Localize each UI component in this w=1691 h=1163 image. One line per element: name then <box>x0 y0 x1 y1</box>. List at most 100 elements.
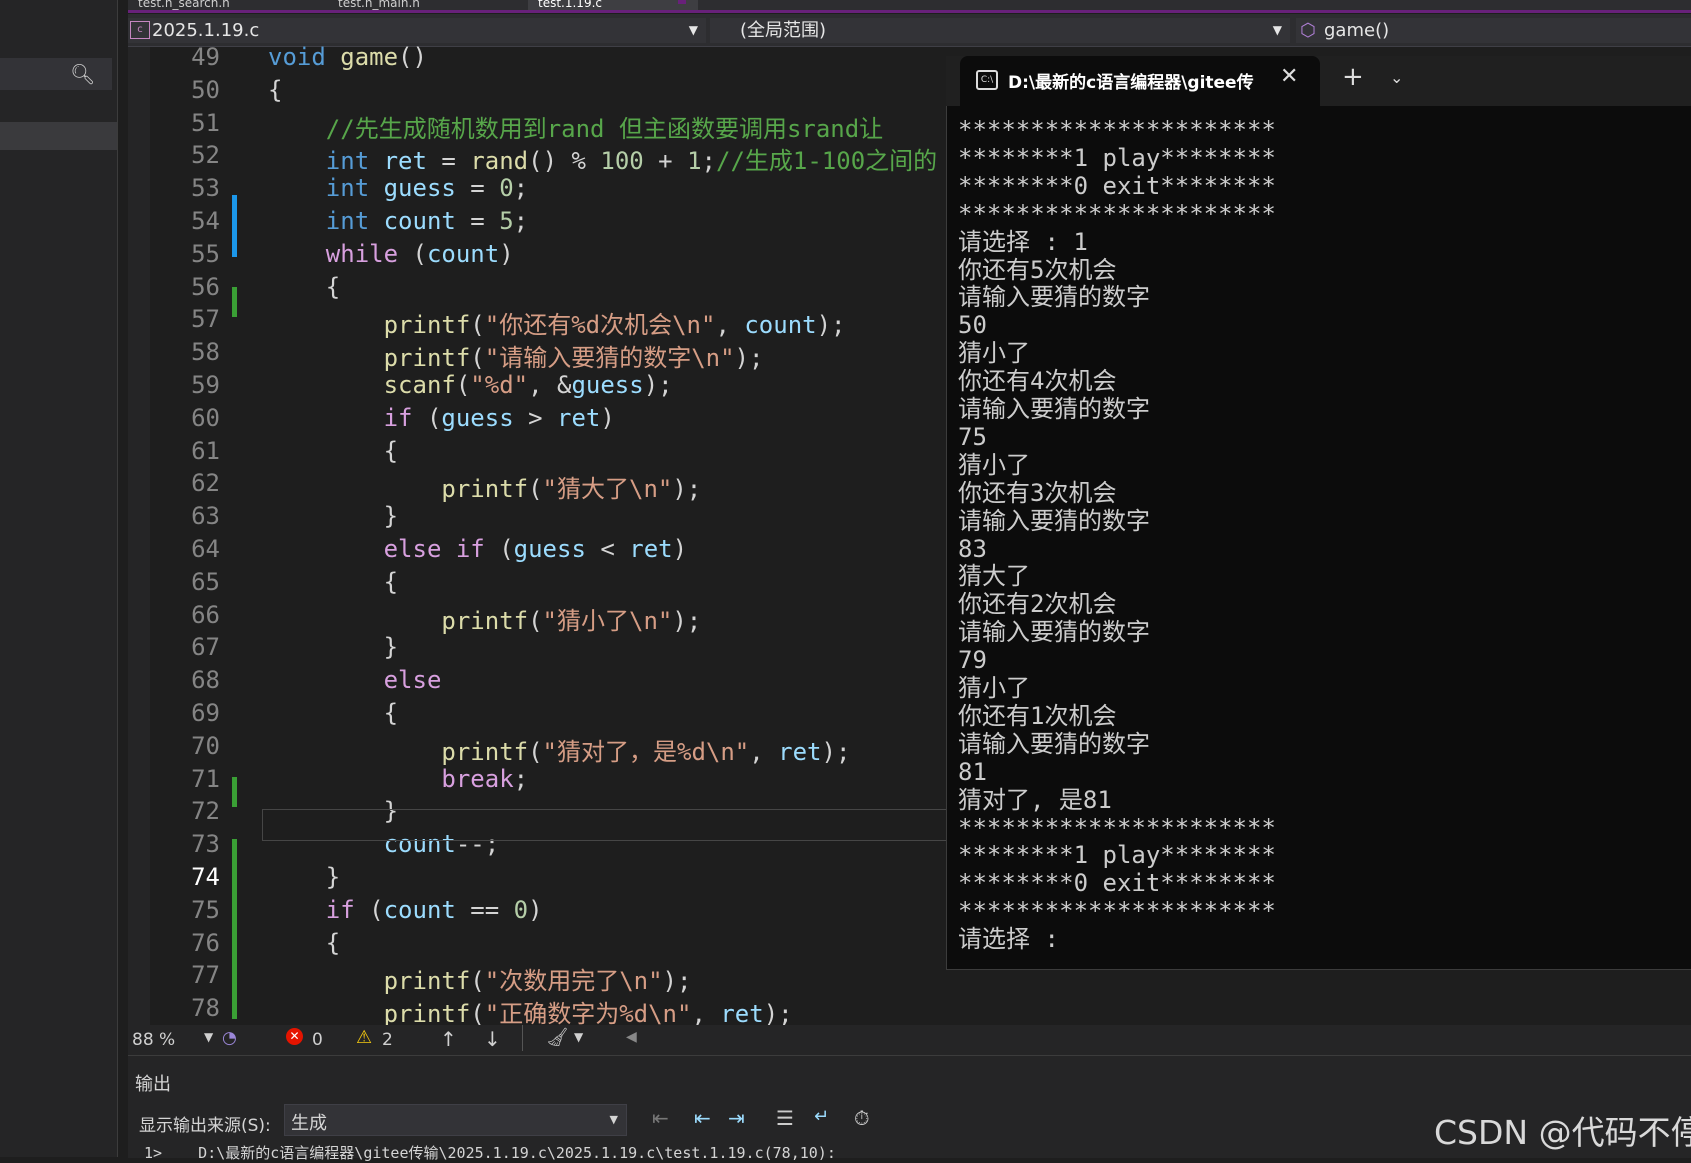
code-line[interactable]: printf("猜大了\n"); <box>268 469 701 504</box>
console-line: 请输入要猜的数字 <box>958 395 1150 423</box>
find-message-icon[interactable]: ⇤ <box>652 1106 669 1130</box>
code-line[interactable]: printf("正确数字为%d\n", ret); <box>268 994 793 1029</box>
chevron-down-icon[interactable]: ▼ <box>574 1030 583 1044</box>
chevron-down-icon[interactable]: ▼ <box>689 18 698 43</box>
c-file-icon: c <box>130 21 150 39</box>
code-line[interactable]: { <box>268 76 282 104</box>
console-line: ********************** <box>958 813 1276 842</box>
line-number: 50 <box>191 75 220 104</box>
console-line: 请输入要猜的数字 <box>958 283 1150 312</box>
search-box[interactable]: 🔍︎ <box>0 58 112 90</box>
copilot-icon[interactable]: ◔ <box>222 1028 237 1048</box>
console-line: 你还有4次机会 <box>958 367 1117 396</box>
scope-dropdown[interactable]: (全局范围) ▼ <box>710 18 1290 43</box>
code-line[interactable]: { <box>268 699 398 727</box>
console-line: 79 <box>958 646 987 675</box>
line-number: 61 <box>191 436 220 465</box>
line-number: 49 <box>191 43 220 71</box>
line-number: 56 <box>191 272 220 301</box>
line-number: 62 <box>191 469 220 498</box>
code-line[interactable]: { <box>268 437 398 465</box>
change-marker <box>232 287 237 317</box>
line-number: 52 <box>191 141 220 170</box>
line-number: 58 <box>191 338 220 367</box>
code-line[interactable]: { <box>268 929 340 957</box>
console-line: 你还有2次机会 <box>958 590 1117 619</box>
new-tab-plus-icon[interactable]: + <box>1342 62 1364 92</box>
search-icon[interactable]: 🔍︎ <box>70 62 95 86</box>
console-line: ********1 play******** <box>958 143 1276 172</box>
console-line: 你还有5次机会 <box>958 255 1117 284</box>
editor-status-bar: 88 % ▼ ◔ ✕ 0 ⚠ 2 ↑ ↓ 🧹︎ ▼ ◀ <box>128 1025 1691 1055</box>
error-count[interactable]: 0 <box>312 1030 323 1050</box>
active-tab-underline <box>128 10 1691 13</box>
console-line: 50 <box>958 311 987 340</box>
scroll-left-icon[interactable]: ◀ <box>626 1029 637 1045</box>
console-tab[interactable]: C:\ D:\最新的c语言编程器\gitee传 ✕ <box>960 56 1320 106</box>
console-line: 猜小了 <box>958 339 1030 368</box>
code-line[interactable]: printf("你还有%d次机会\n", count); <box>268 305 846 340</box>
zoom-level[interactable]: 88 % <box>132 1030 175 1050</box>
file-dropdown[interactable]: c 2025.1.19.c ▼ <box>128 18 706 43</box>
console-line: ********************** <box>958 897 1276 926</box>
chevron-down-icon[interactable]: ▼ <box>204 1030 213 1044</box>
line-number: 78 <box>191 994 220 1023</box>
line-number: 77 <box>191 961 220 990</box>
line-number: 51 <box>191 108 220 137</box>
code-line[interactable]: if (count == 0) <box>268 896 543 924</box>
line-number: 69 <box>191 699 220 727</box>
code-line[interactable]: { <box>268 568 398 596</box>
close-icon[interactable]: ✕ <box>1280 64 1298 89</box>
code-line[interactable]: { <box>268 273 340 301</box>
warning-count[interactable]: 2 <box>382 1030 393 1050</box>
console-line: 请选择 : <box>958 925 1059 954</box>
console-title-bar: C:\ D:\最新的c语言编程器\gitee传 ✕ + ⌄ <box>946 56 1691 106</box>
code-line[interactable]: int ret = rand() % 100 + 1;//生成1-100之间的 <box>268 141 937 176</box>
clock-icon[interactable]: ⏱ <box>854 1106 870 1130</box>
clear-all-icon[interactable]: ☰ <box>776 1106 794 1130</box>
chevron-down-icon[interactable]: ▼ <box>610 1113 618 1126</box>
warning-icon[interactable]: ⚠ <box>356 1027 372 1048</box>
line-number: 54 <box>191 207 220 235</box>
terminal-icon: C:\ <box>976 70 998 90</box>
error-icon[interactable]: ✕ <box>286 1028 303 1045</box>
next-message-icon[interactable]: ⇥ <box>728 1106 745 1130</box>
chevron-down-icon[interactable]: ⌄ <box>1390 68 1403 87</box>
code-line[interactable]: else <box>268 666 442 694</box>
code-line[interactable]: void game() <box>268 43 427 71</box>
code-line[interactable]: else if (guess < ret) <box>268 535 687 563</box>
code-line[interactable]: scanf("%d", &guess); <box>268 371 673 399</box>
arrow-up-icon[interactable]: ↑ <box>440 1027 457 1051</box>
code-line[interactable]: int count = 5; <box>268 207 528 235</box>
prev-message-icon[interactable]: ⇤ <box>694 1106 711 1130</box>
line-number: 64 <box>191 535 220 563</box>
code-line[interactable]: //先生成随机数用到rand 但主函数要调用srand让 <box>268 109 883 144</box>
code-line[interactable]: printf("请输入要猜的数字\n"); <box>268 338 764 373</box>
scope-label: (全局范围) <box>740 20 827 41</box>
console-tab-title: D:\最新的c语言编程器\gitee传 <box>1008 73 1254 93</box>
code-line[interactable]: printf("猜小了\n"); <box>268 601 701 636</box>
code-line[interactable]: } <box>268 863 340 891</box>
code-line[interactable]: while (count) <box>268 240 514 268</box>
code-line[interactable]: int guess = 0; <box>268 174 528 202</box>
console-output: ********************** ********1 play****… <box>958 116 1678 966</box>
console-line: 猜小了 <box>958 674 1030 702</box>
output-source-dropdown[interactable]: 生成 ▼ <box>284 1104 627 1136</box>
code-line[interactable]: break; <box>268 765 528 793</box>
change-marker <box>232 839 237 1019</box>
line-number: 71 <box>191 764 220 793</box>
word-wrap-icon[interactable]: ↵ <box>814 1106 829 1127</box>
function-dropdown[interactable]: ⬡ game() <box>1296 18 1691 43</box>
code-line[interactable]: printf("猜对了，是%d\n", ret); <box>268 732 850 767</box>
line-number: 53 <box>191 174 220 203</box>
chevron-down-icon[interactable]: ▼ <box>1273 18 1282 43</box>
code-line[interactable]: } <box>268 502 398 530</box>
console-line: ********0 exit******** <box>958 171 1276 200</box>
code-line[interactable]: printf("次数用完了\n"); <box>268 961 692 996</box>
arrow-down-icon[interactable]: ↓ <box>484 1027 501 1051</box>
code-editor[interactable]: 49 void game() 50 {51 //先生成随机数用到rand 但主函数要调… <box>128 43 950 1028</box>
cleanup-brush-icon[interactable]: 🧹︎ <box>546 1027 569 1048</box>
code-line[interactable]: } <box>268 633 398 661</box>
code-line[interactable]: if (guess > ret) <box>268 404 615 432</box>
selected-tree-item[interactable] <box>0 122 117 150</box>
